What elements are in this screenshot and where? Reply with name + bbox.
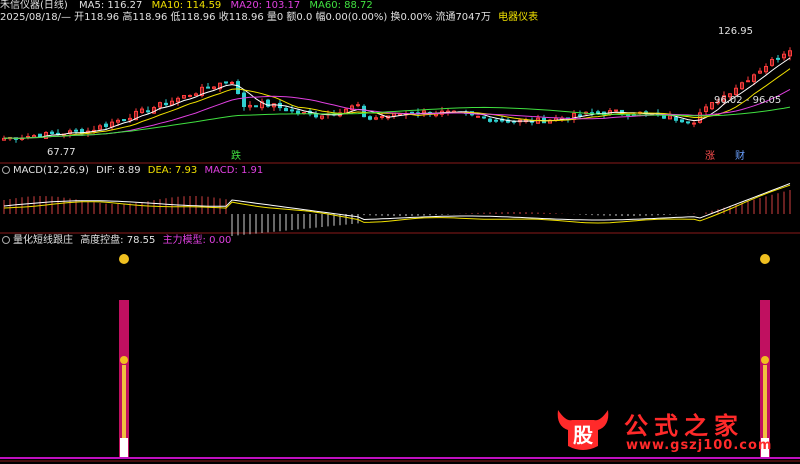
macd-dea: DEA: 7.93 bbox=[147, 165, 198, 176]
watermark: 股 公式之家 www.gszj100.com bbox=[554, 404, 794, 458]
signal-spike-left-dot-icon bbox=[120, 356, 128, 364]
candle-body bbox=[104, 123, 108, 127]
signal-spike-left-smiley-icon bbox=[119, 254, 129, 264]
candle-body bbox=[50, 131, 54, 135]
ma5-line bbox=[3, 57, 791, 139]
indicator-title: 量化短线跟庄 bbox=[13, 235, 73, 246]
candle-body bbox=[362, 105, 366, 118]
candle-body bbox=[356, 104, 360, 107]
candle-body bbox=[368, 116, 372, 120]
candle-body bbox=[146, 110, 150, 113]
zhuli-label: 主力模型: 0.00 bbox=[162, 235, 232, 246]
dif-line bbox=[3, 183, 791, 221]
panel-settings-icon[interactable] bbox=[2, 236, 10, 244]
candle-body bbox=[488, 118, 492, 122]
candle-body bbox=[692, 122, 696, 125]
macd-dif: DIF: 8.89 bbox=[96, 165, 141, 176]
candle-body bbox=[674, 117, 678, 121]
candle-body bbox=[242, 92, 246, 107]
macd-value: MACD: 1.91 bbox=[204, 165, 264, 176]
candle-body bbox=[614, 109, 618, 112]
watermark-url: www.gszj100.com bbox=[626, 438, 773, 453]
candle-body bbox=[476, 115, 480, 118]
stock-chart[interactable] bbox=[0, 0, 800, 464]
marker-cai: 财 bbox=[735, 151, 745, 162]
candle-body bbox=[380, 116, 384, 119]
signal-spike-right-dot-icon bbox=[761, 356, 769, 364]
candle-body bbox=[284, 107, 288, 112]
candle-body bbox=[494, 119, 498, 122]
candle-body bbox=[224, 81, 228, 84]
indicator-title-row: 量化短线跟庄 高度控盘: 78.55 主力模型: 0.00 bbox=[2, 235, 231, 247]
signal-spike-left-base bbox=[120, 438, 128, 458]
candle-body bbox=[230, 81, 234, 84]
candle-body bbox=[776, 57, 780, 60]
candle-body bbox=[254, 105, 258, 108]
candle-body bbox=[188, 94, 192, 97]
candle-body bbox=[578, 114, 582, 117]
candle-body bbox=[122, 119, 126, 122]
candle-body bbox=[680, 119, 684, 123]
marker-zhang: 涨 bbox=[705, 151, 715, 162]
logo-char: 股 bbox=[573, 423, 593, 447]
marker-die: 跌 bbox=[231, 151, 241, 162]
candle-body bbox=[296, 110, 300, 114]
candle-body bbox=[74, 129, 78, 132]
candle-body bbox=[290, 109, 294, 112]
candle-body bbox=[686, 121, 690, 124]
watermark-title: 公式之家 bbox=[624, 411, 744, 440]
high-price-label: 126.95 bbox=[718, 26, 753, 37]
gaodu-label: 高度控盘: 78.55 bbox=[80, 235, 156, 246]
panel-settings-icon[interactable] bbox=[2, 166, 10, 174]
candle-body bbox=[662, 115, 666, 119]
candle-body bbox=[164, 102, 168, 106]
candle-body bbox=[746, 80, 750, 83]
signal-spike-right-smiley-icon bbox=[760, 254, 770, 264]
macd-title: MACD(12,26,9) bbox=[13, 165, 89, 176]
ma60-line bbox=[3, 106, 791, 139]
macd-title-row: MACD(12,26,9) DIF: 8.89 DEA: 7.93 MACD: … bbox=[2, 165, 263, 177]
ma20-line bbox=[3, 88, 791, 139]
candle-body bbox=[236, 81, 240, 95]
range-label: 96.02 - 96.05 bbox=[714, 95, 782, 106]
bull-logo-icon: 股 bbox=[557, 410, 609, 450]
candle-body bbox=[482, 116, 486, 119]
candle-body bbox=[596, 111, 600, 114]
ma10-line bbox=[3, 68, 791, 139]
candle-body bbox=[206, 86, 210, 89]
low-price-label: 67.77 bbox=[47, 147, 76, 158]
